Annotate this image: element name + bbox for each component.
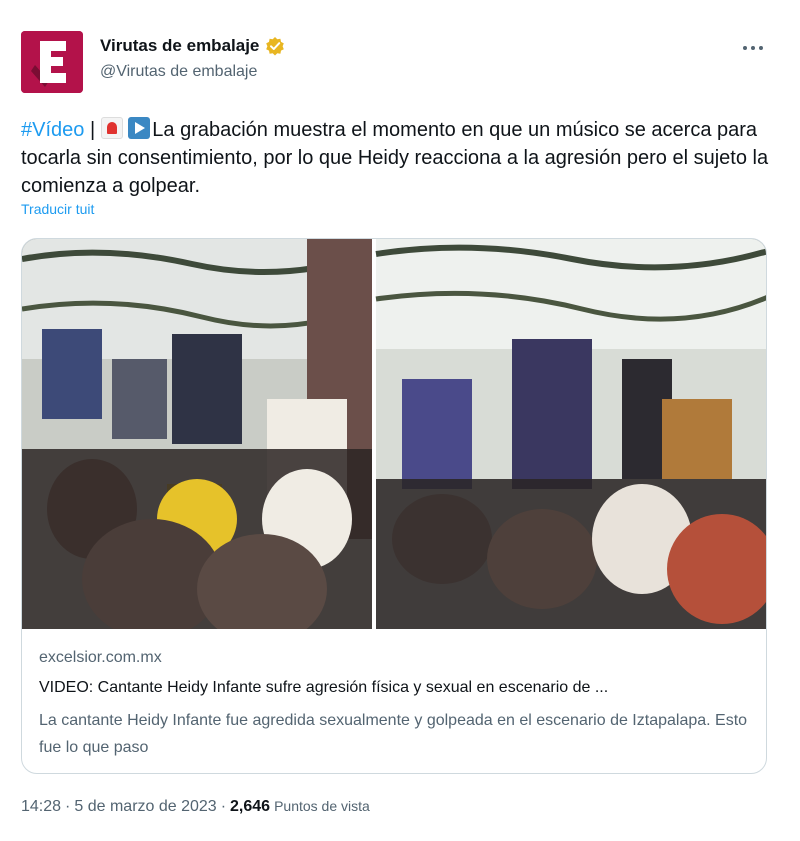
card-domain: excelsior.com.mx xyxy=(39,649,162,666)
card-image[interactable] xyxy=(22,239,766,629)
more-options-button[interactable] xyxy=(738,36,768,60)
avatar[interactable] xyxy=(21,31,83,93)
more-dots-icon xyxy=(743,46,763,50)
meta-separator: · xyxy=(220,798,227,815)
views-count: 2,646 xyxy=(230,798,271,815)
siren-emoji-icon xyxy=(100,117,123,139)
author-handle[interactable]: @Virutas de embalaje xyxy=(100,63,257,81)
verified-badge-icon xyxy=(266,37,285,56)
tweet: Virutas de embalaje @Virutas de embalaje… xyxy=(0,0,800,841)
card-title: VIDEO: Cantante Heidy Infante sufre agre… xyxy=(39,679,609,696)
hashtag-link[interactable]: #Vídeo xyxy=(21,119,84,141)
tweet-text: #Vídeo | La grabación muestra el momento… xyxy=(21,116,771,200)
link-preview-card[interactable]: excelsior.com.mx VIDEO: Cantante Heidy I… xyxy=(21,238,767,774)
meta-separator: · xyxy=(65,798,71,815)
concert-photo-image xyxy=(22,239,766,629)
author-display-name[interactable]: Virutas de embalaje xyxy=(100,36,259,56)
tweet-date[interactable]: 5 de marzo de 2023 xyxy=(74,798,216,816)
tweet-meta: 14:28 · 5 de marzo de 2023 · 2,646 Punto… xyxy=(21,798,370,816)
views-label: Puntos de vista xyxy=(274,798,370,814)
translate-tweet-link[interactable]: Traducir tuit xyxy=(21,201,94,217)
separator: | xyxy=(84,119,101,141)
card-description: La cantante Heidy Infante fue agredida s… xyxy=(39,712,748,756)
play-button-emoji-icon xyxy=(128,117,151,139)
avatar-logo-icon xyxy=(21,31,83,93)
tweet-time[interactable]: 14:28 xyxy=(21,798,61,816)
